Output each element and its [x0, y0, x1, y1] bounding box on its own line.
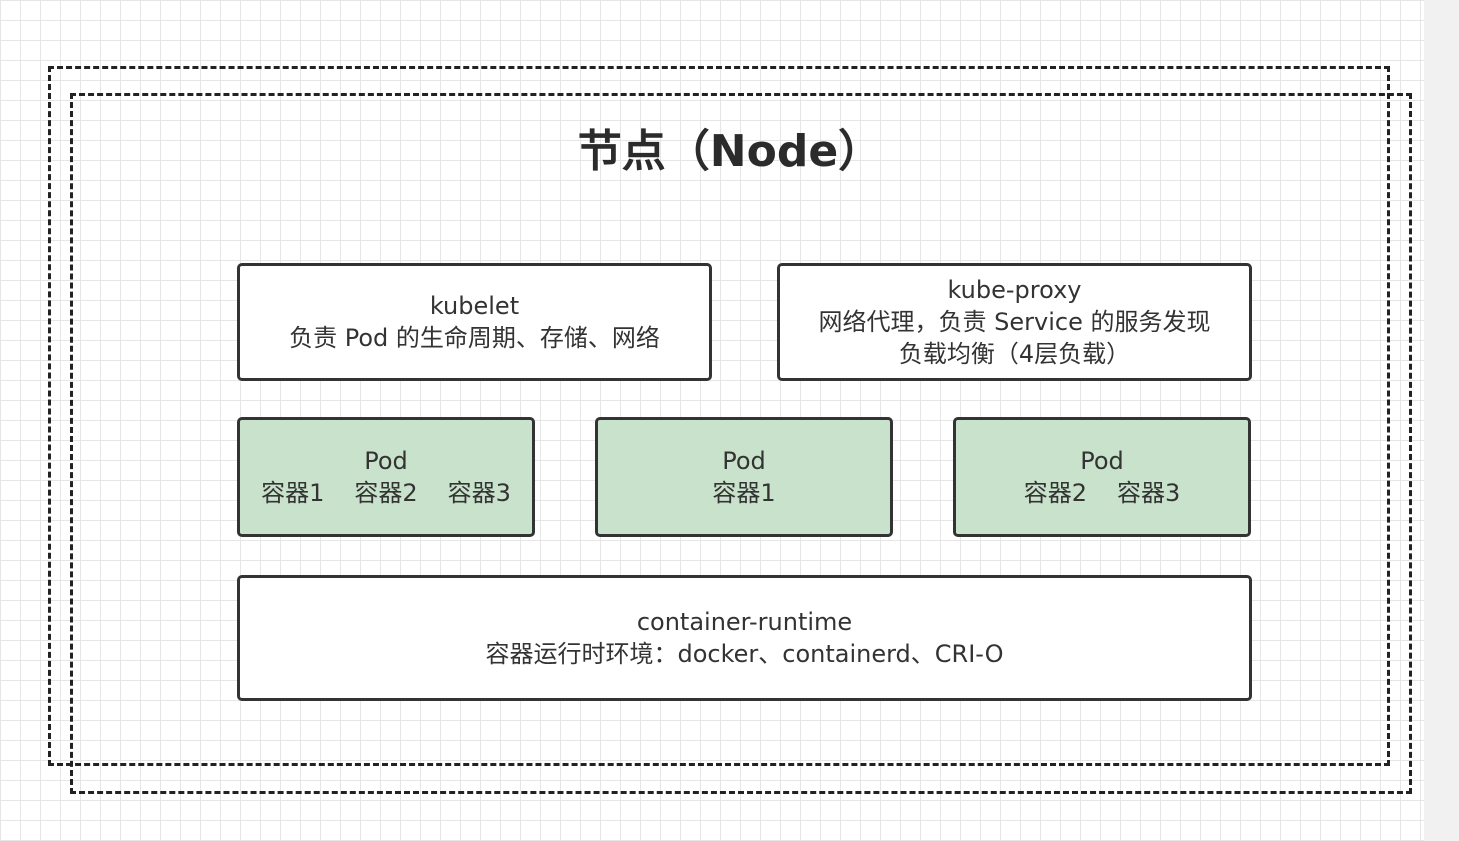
pod-label: Pod [1080, 447, 1124, 475]
pod-label: Pod [364, 447, 408, 475]
pod-label: Pod [722, 447, 766, 475]
kubelet-name: kubelet [429, 292, 520, 320]
container-runtime-name: container-runtime [636, 608, 853, 636]
kube-proxy-name: kube-proxy [947, 276, 1082, 304]
pod-container-list: 容器1 [712, 477, 775, 509]
diagram-title: 节点（Node） [577, 126, 883, 177]
container-label: 容器3 [1117, 479, 1181, 507]
pod-box-1[interactable]: Pod 容器1 容器2 容器3 [237, 417, 535, 537]
kubelet-description: 负责 Pod 的生命周期、存储、网络 [289, 324, 660, 352]
kube-proxy-description-line1: 网络代理，负责 Service 的服务发现 [818, 308, 1211, 336]
container-label: 容器3 [447, 479, 511, 507]
kubelet-box[interactable]: kubelet 负责 Pod 的生命周期、存储、网络 [237, 263, 712, 381]
container-label: 容器2 [354, 479, 418, 507]
pod-box-3[interactable]: Pod 容器2 容器3 [953, 417, 1251, 537]
container-label: 容器1 [261, 479, 325, 507]
container-runtime-description: 容器运行时环境：docker、containerd、CRI-O [485, 640, 1004, 668]
container-label: 容器2 [1023, 479, 1087, 507]
kube-proxy-description-line2: 负载均衡（4层负载） [898, 340, 1131, 368]
pod-container-list: 容器1 容器2 容器3 [261, 477, 511, 509]
container-runtime-box[interactable]: container-runtime 容器运行时环境：docker、contain… [237, 575, 1252, 701]
kube-proxy-box[interactable]: kube-proxy 网络代理，负责 Service 的服务发现 负载均衡（4层… [777, 263, 1252, 381]
container-label: 容器1 [712, 479, 776, 507]
scrollbar-track [1424, 0, 1459, 841]
pod-box-2[interactable]: Pod 容器1 [595, 417, 893, 537]
pod-container-list: 容器2 容器3 [1024, 477, 1181, 509]
